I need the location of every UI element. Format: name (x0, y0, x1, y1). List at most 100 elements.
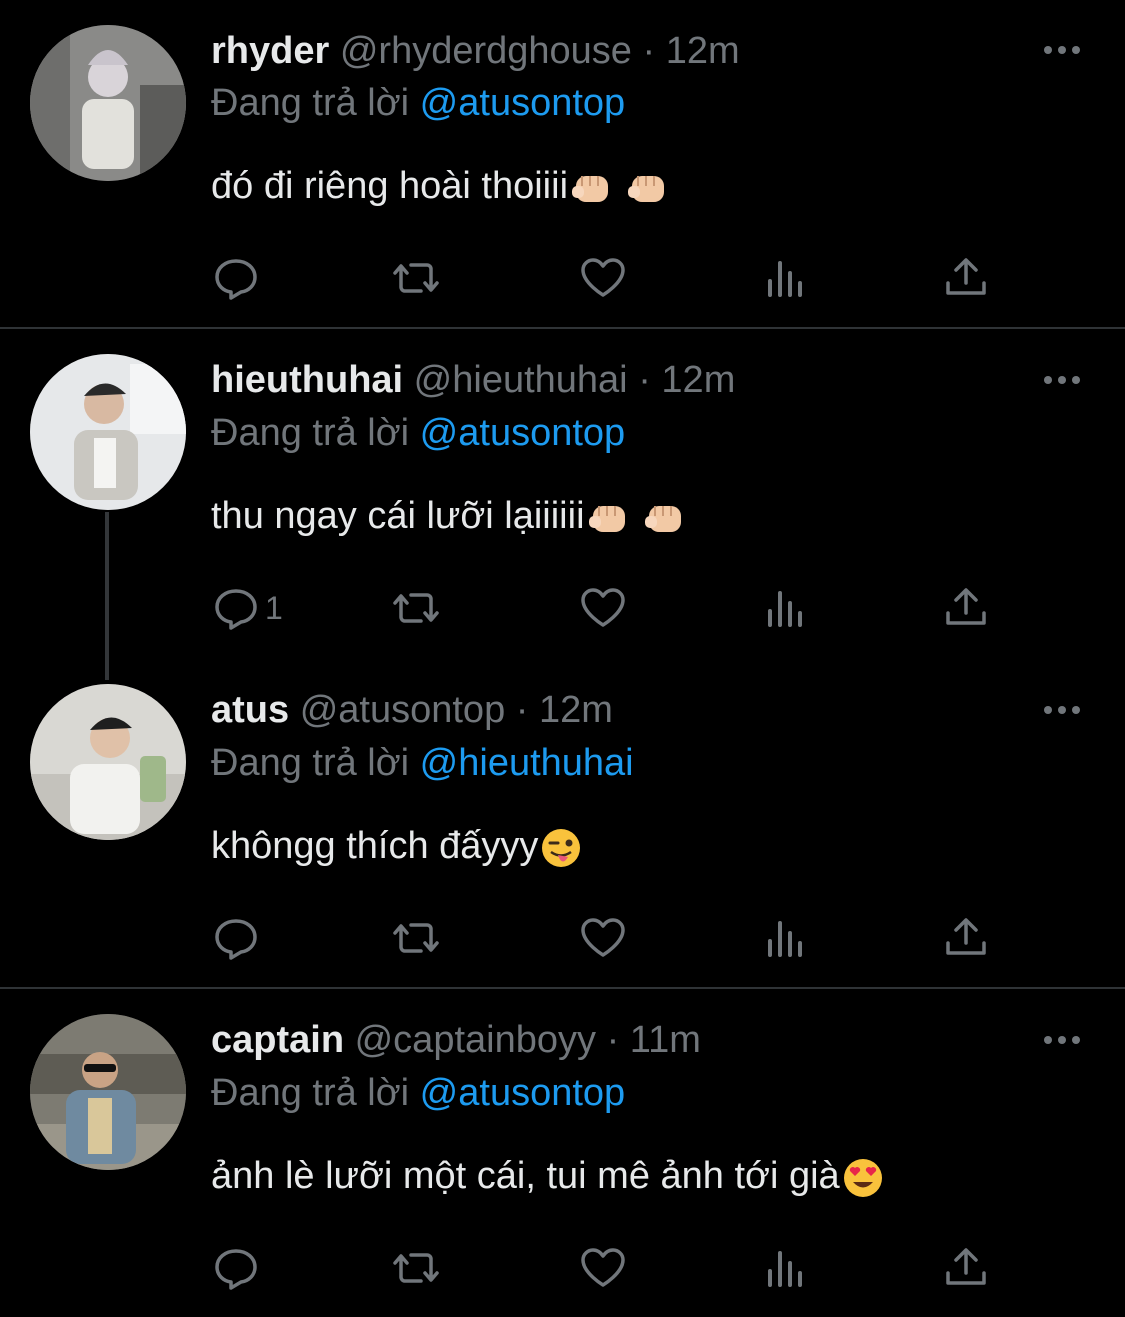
mention-link[interactable]: @hieuthuhai (420, 742, 634, 784)
mention-link[interactable]: @atusontop (420, 82, 626, 124)
replying-to: Đang trả lời @atusontop (211, 1069, 625, 1117)
separator-dot: · (606, 1019, 620, 1061)
like-button[interactable] (578, 583, 628, 633)
display-name[interactable]: hieuthuhai (211, 359, 403, 401)
timestamp[interactable]: 12m (539, 689, 613, 731)
tweet[interactable]: captain @captainboyy · 11m Đang trả lời … (0, 989, 1125, 1317)
action-bar: 1 (211, 583, 1011, 633)
action-bar (211, 253, 1011, 303)
user-handle[interactable]: @hieuthuhai (414, 359, 628, 401)
reply-icon (215, 1249, 257, 1290)
replying-to-label: Đang trả lời (211, 82, 410, 124)
heart-eyes-face-icon (843, 1158, 882, 1197)
tweet-text-content: khôngg thích đấyyy (211, 825, 539, 867)
tweet[interactable]: atus @atusontop · 12m Đang trả lời @hieu… (0, 659, 1125, 987)
reply-button[interactable] (211, 253, 265, 303)
share-icon (946, 1248, 986, 1285)
heart-icon (581, 258, 625, 297)
tweet-text: đó đi riêng hoài thoiiii (211, 160, 670, 212)
replying-to-label: Đang trả lời (211, 412, 410, 454)
views-button[interactable] (761, 583, 811, 633)
share-button[interactable] (941, 913, 991, 963)
retweet-icon (393, 263, 439, 293)
replying-to-label: Đang trả lời (211, 1072, 410, 1114)
tweet-text: thu ngay cái lưỡi lạiiiiii (211, 490, 687, 542)
tweet[interactable]: rhyder @rhyderdghouse · 12m Đang trả lời… (0, 0, 1125, 328)
tweet-text-content: đó đi riêng hoài thoiiii (211, 165, 569, 207)
avatar[interactable] (30, 354, 186, 510)
retweet-icon (393, 1253, 439, 1283)
timestamp[interactable]: 11m (630, 1019, 701, 1061)
views-icon (768, 1251, 802, 1287)
display-name[interactable]: captain (211, 1019, 344, 1061)
retweet-icon (393, 593, 439, 623)
reply-button[interactable] (211, 1243, 265, 1293)
heart-icon (581, 588, 625, 627)
reply-icon (215, 589, 257, 630)
like-button[interactable] (578, 253, 628, 303)
share-button[interactable] (941, 1243, 991, 1293)
retweet-button[interactable] (391, 253, 441, 303)
tweet-text: khôngg thích đấyyy (211, 820, 582, 872)
action-bar (211, 1243, 1011, 1293)
display-name[interactable]: atus (211, 689, 289, 731)
timestamp[interactable]: 12m (661, 359, 735, 401)
more-options-icon[interactable] (1040, 370, 1084, 390)
reply-icon (215, 259, 257, 300)
more-options-icon[interactable] (1040, 40, 1084, 60)
fist-icon (644, 505, 681, 532)
share-icon (946, 588, 986, 625)
more-options-icon[interactable] (1040, 1030, 1084, 1050)
display-name[interactable]: rhyder (211, 30, 329, 72)
views-button[interactable] (761, 1243, 811, 1293)
tweet-text: ảnh lè lưỡi một cái, tui mê ảnh tới già (211, 1150, 884, 1202)
share-icon (946, 918, 986, 955)
reply-button[interactable] (211, 913, 265, 963)
retweet-button[interactable] (391, 1243, 441, 1293)
replying-to-label: Đang trả lời (211, 742, 410, 784)
fist-icon (628, 175, 665, 202)
tweet[interactable]: hieuthuhai @hieuthuhai · 12m Đang trả lờ… (0, 329, 1125, 659)
views-button[interactable] (761, 913, 811, 963)
reply-icon (215, 919, 257, 960)
retweet-icon (393, 923, 439, 953)
share-button[interactable] (941, 253, 991, 303)
reply-button[interactable]: 1 (211, 583, 283, 633)
views-button[interactable] (761, 253, 811, 303)
avatar[interactable] (30, 684, 186, 840)
views-icon (768, 261, 802, 297)
mention-link[interactable]: @atusontop (420, 412, 626, 454)
heart-icon (581, 1248, 625, 1287)
separator-dot: · (515, 689, 529, 731)
action-bar (211, 913, 1011, 963)
tweet-text-content: ảnh lè lưỡi một cái, tui mê ảnh tới già (211, 1155, 840, 1197)
fist-icon (572, 175, 609, 202)
tweet-text-content: thu ngay cái lưỡi lạiiiiii (211, 495, 585, 537)
separator-dot: · (642, 30, 656, 72)
share-button[interactable] (941, 583, 991, 633)
user-handle[interactable]: @atusontop (300, 689, 506, 731)
timestamp[interactable]: 12m (666, 30, 740, 72)
reply-count: 1 (265, 589, 283, 626)
separator-dot: · (638, 359, 651, 401)
user-handle[interactable]: @rhyderdghouse (340, 30, 632, 72)
thread-connector-line (105, 512, 109, 680)
like-button[interactable] (578, 913, 628, 963)
views-icon (768, 591, 802, 627)
mention-link[interactable]: @atusontop (420, 1072, 626, 1114)
more-options-icon[interactable] (1040, 700, 1084, 720)
replying-to: Đang trả lời @atusontop (211, 409, 625, 457)
share-icon (946, 258, 986, 295)
fist-icon (588, 505, 625, 532)
views-icon (768, 921, 802, 957)
retweet-button[interactable] (391, 583, 441, 633)
retweet-button[interactable] (391, 913, 441, 963)
heart-icon (581, 918, 625, 957)
replying-to: Đang trả lời @hieuthuhai (211, 739, 634, 787)
user-handle[interactable]: @captainboyy (355, 1019, 596, 1061)
replying-to: Đang trả lời @atusontop (211, 79, 625, 127)
winking-tongue-face-icon (542, 828, 581, 867)
avatar[interactable] (30, 1014, 186, 1170)
avatar[interactable] (30, 25, 186, 181)
like-button[interactable] (578, 1243, 628, 1293)
